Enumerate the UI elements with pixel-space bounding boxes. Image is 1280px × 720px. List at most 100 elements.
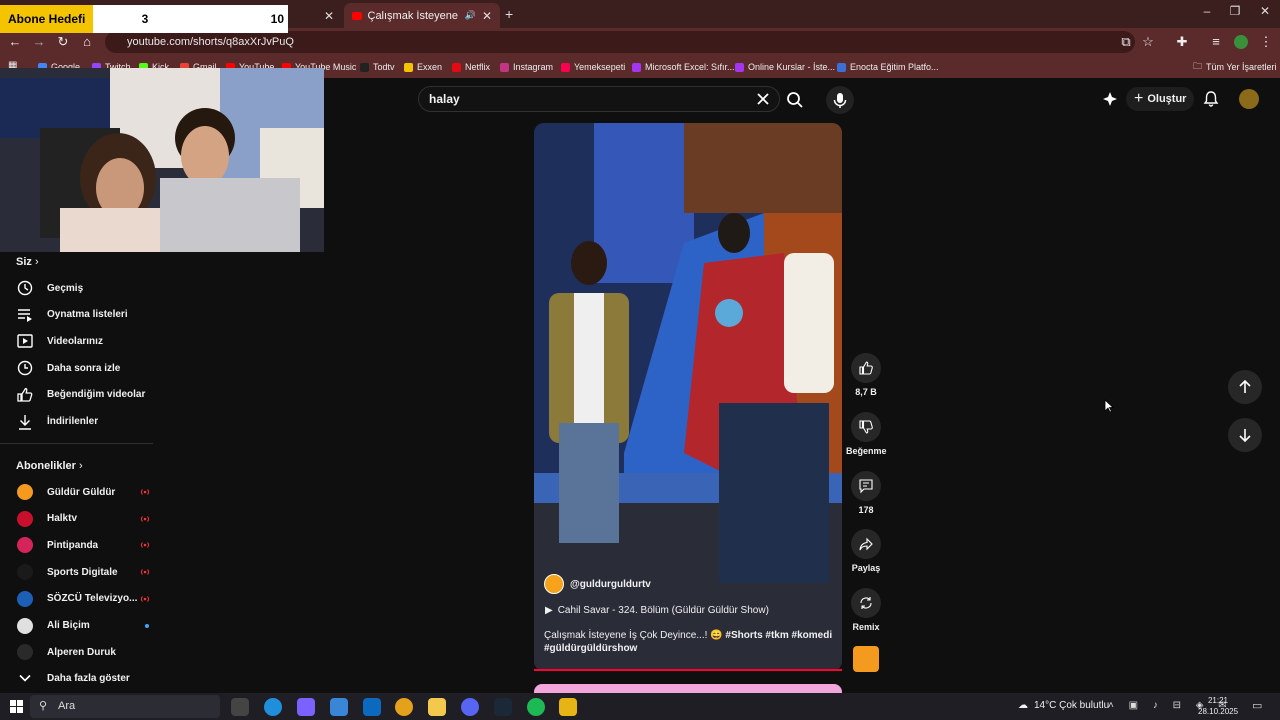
app-icon[interactable] [559, 698, 577, 716]
sidebar-item-label: Oynatma listeleri [47, 309, 128, 321]
comments-action[interactable]: 178 [846, 471, 886, 515]
speaker-icon[interactable]: 🔊 [465, 10, 476, 21]
bookmark-item[interactable]: Exxen [404, 60, 442, 74]
channel-handle[interactable]: @guldurguldurtv [570, 579, 651, 590]
subscription-item[interactable]: Güldür Güldür [16, 480, 156, 504]
remix-action[interactable]: Remix [846, 588, 886, 632]
windows-start-icon[interactable] [10, 700, 23, 713]
sidebar-item[interactable]: Beğendiğim videolar [16, 383, 156, 407]
search-input[interactable]: halay [418, 86, 780, 112]
bookmark-label: Microsoft Excel: Sıfır... [645, 62, 735, 72]
bookmark-item[interactable]: Todtv [360, 60, 395, 74]
spotify-icon[interactable] [527, 698, 545, 716]
sound-thumbnail[interactable] [853, 646, 879, 672]
store-icon[interactable] [330, 698, 348, 716]
extensions-icon[interactable]: ✚ [1174, 34, 1190, 50]
url-field[interactable]: youtube.com/shorts/q8axXrJvPuQ [105, 31, 1135, 53]
windows-taskbar: ⚲ Ara ☁ 14°C Çok bulutlu ˄ ▣ ♪ ⊟ ◈ ✉ 21:… [0, 693, 1280, 720]
all-bookmarks-folder[interactable]: 🗀 Tüm Yer İşaretleri [1193, 60, 1277, 74]
channel-avatar [17, 510, 33, 527]
next-short-button[interactable] [1228, 418, 1262, 452]
restore-icon[interactable]: ❐ [1224, 4, 1246, 22]
taskbar-search[interactable]: ⚲ Ara [30, 695, 220, 718]
create-button[interactable]: + Oluştur [1126, 87, 1195, 111]
previous-short-button[interactable] [1228, 370, 1262, 404]
search-icon[interactable] [786, 91, 804, 109]
sidebar-item[interactable]: Geçmiş [16, 276, 156, 300]
like-button[interactable] [851, 353, 881, 383]
subscription-label: Ali Biçim [47, 620, 90, 631]
window-close-icon[interactable]: ✕ [1254, 4, 1276, 22]
subscriptions-heading[interactable]: Abonelikler › [16, 460, 83, 472]
media-control-icon[interactable]: ≡ [1208, 34, 1224, 50]
share-button[interactable] [851, 529, 881, 559]
create-label: Oluştur [1147, 93, 1187, 105]
subscription-item[interactable]: Halktv [16, 507, 156, 531]
account-avatar[interactable] [1239, 89, 1259, 109]
new-tab-button[interactable]: + [505, 6, 513, 22]
arrow-down-icon [1239, 429, 1251, 443]
copilot-icon[interactable] [297, 698, 315, 716]
show-more-button[interactable]: Daha fazla göster [16, 666, 156, 690]
subscription-item[interactable]: Ali Biçim [16, 614, 156, 638]
install-app-icon[interactable]: ⧉ [1118, 34, 1134, 50]
discord-icon[interactable] [461, 698, 479, 716]
steam-icon[interactable] [494, 698, 512, 716]
browser-tab-active[interactable]: Çalışmak İsteyene İş Çok De 🔊 ✕ [344, 3, 500, 28]
edge-icon[interactable] [264, 698, 282, 716]
dislike-button[interactable] [851, 412, 881, 442]
bookmark-item[interactable]: Microsoft Excel: Sıfır... [632, 60, 735, 74]
youtube-favicon-icon [352, 11, 362, 20]
task-view-icon[interactable] [231, 698, 249, 716]
bookmark-label: Instagram [513, 62, 554, 72]
reload-icon[interactable]: ↻ [55, 34, 71, 50]
home-icon[interactable]: ⌂ [79, 34, 95, 50]
forward-icon[interactable]: → [31, 34, 47, 50]
like-action[interactable]: 8,7 B [846, 353, 886, 397]
channel-avatar [17, 590, 33, 607]
ai-sparkle-icon[interactable] [1102, 91, 1118, 107]
bookmark-star-icon[interactable]: ☆ [1140, 34, 1156, 50]
outlook-icon[interactable] [363, 698, 381, 716]
subscriber-goal-overlay: Abone Hedefi 3 10 [0, 5, 288, 33]
file-explorer-icon[interactable] [428, 698, 446, 716]
sidebar-item[interactable]: Videolarınız [16, 329, 156, 353]
sidebar-item[interactable]: Oynatma listeleri [16, 303, 156, 327]
weather-widget[interactable]: ☁ 14°C Çok bulutlu [1018, 700, 1109, 711]
subscription-item[interactable]: Sports Digitale [16, 560, 156, 584]
taskbar-clock[interactable]: 21:21 28.10.2025 [1198, 695, 1238, 717]
tab-title: Çalışmak İsteyene İş Çok De [367, 9, 459, 22]
sidebar-item[interactable]: İndirilenler [16, 410, 156, 434]
subscription-item[interactable]: Pintipanda [16, 533, 156, 557]
bookmark-item[interactable]: Yemeksepeti [561, 60, 625, 74]
bookmark-item[interactable]: Online Kurslar - İste... [735, 60, 835, 74]
notifications-bell-icon[interactable] [1202, 90, 1220, 108]
channel-info[interactable]: @guldurguldurtv [544, 574, 651, 594]
related-video-link[interactable]: ▶ Cahil Savar - 324. Bölüm (Güldür Güldü… [545, 605, 769, 616]
bookmark-item[interactable]: Enocta Eğitim Platfo... [837, 60, 939, 74]
subscription-item[interactable]: SÖZCÜ Televizyo... [16, 587, 156, 611]
minimize-icon[interactable]: – [1196, 4, 1218, 22]
comments-button[interactable] [851, 471, 881, 501]
notifications-icon[interactable]: ▭ [1252, 699, 1262, 712]
channel-avatar[interactable] [544, 574, 564, 594]
subscription-item[interactable]: Alperen Duruk [16, 640, 156, 664]
voice-search-button[interactable] [826, 86, 854, 114]
remix-button[interactable] [851, 588, 881, 618]
profile-avatar[interactable] [1234, 35, 1248, 49]
back-icon[interactable]: ← [7, 34, 23, 50]
clear-search-icon[interactable] [756, 92, 770, 106]
you-section-heading[interactable]: Siz › [16, 256, 39, 268]
chrome-icon[interactable] [395, 698, 413, 716]
dislike-action[interactable]: Beğenme [846, 412, 887, 456]
browser-menu-icon[interactable]: ⋮ [1258, 34, 1274, 50]
your-videos-icon [16, 332, 34, 350]
share-action[interactable]: Paylaş [846, 529, 886, 573]
close-tab-icon[interactable]: ✕ [482, 9, 492, 23]
bookmark-item[interactable]: Netflix [452, 60, 490, 74]
video-progress-bar[interactable] [534, 669, 842, 671]
close-tab-icon[interactable]: ✕ [324, 9, 334, 23]
bookmark-favicon-icon [561, 62, 570, 72]
bookmark-item[interactable]: Instagram [500, 60, 553, 74]
sidebar-item[interactable]: Daha sonra izle [16, 356, 156, 380]
